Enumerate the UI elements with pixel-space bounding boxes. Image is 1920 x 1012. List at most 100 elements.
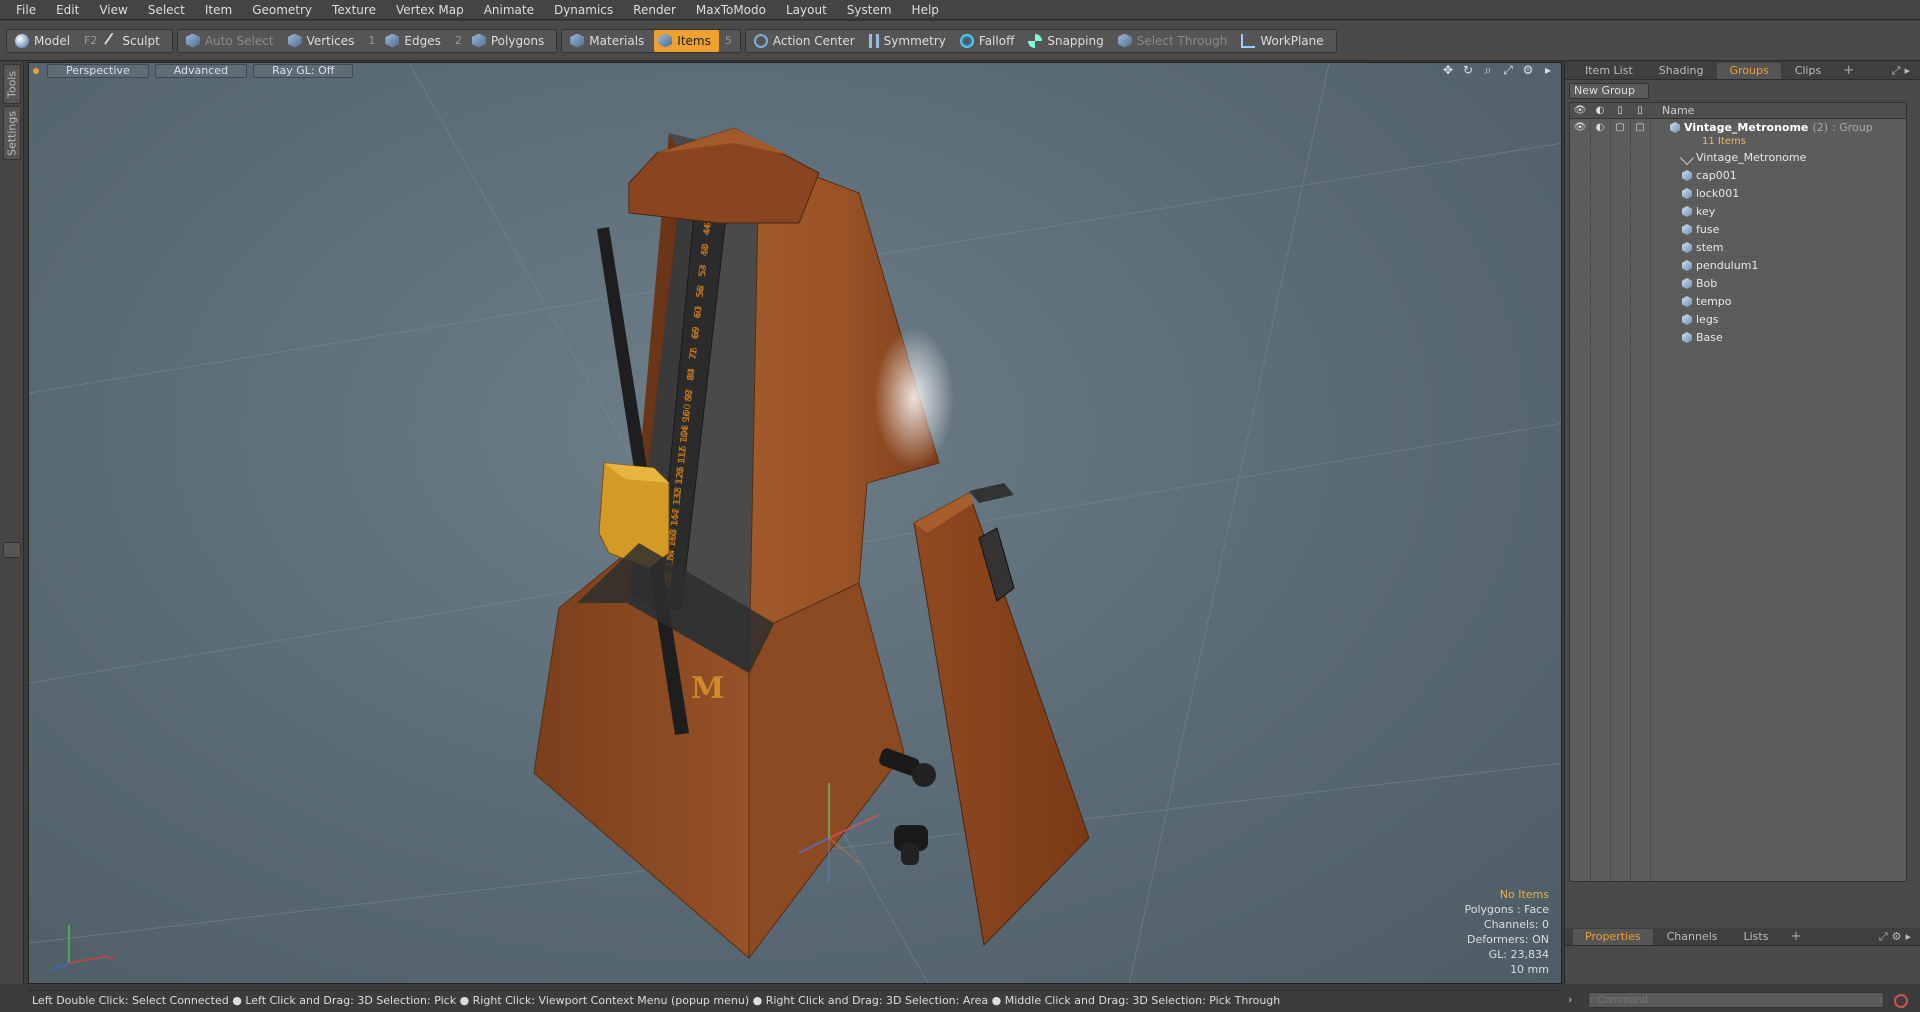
crosshair-icon [753, 33, 768, 48]
rotate-icon[interactable]: ↻ [1461, 63, 1475, 78]
lock-checkbox[interactable]: ▢ [1610, 122, 1630, 133]
panel-options-icon[interactable]: ⤢▸ [1892, 64, 1920, 78]
item-name: legs [1696, 313, 1719, 326]
menu-layout[interactable]: Layout [776, 0, 837, 20]
group-item-row[interactable]: tempo [1570, 293, 1906, 311]
tab-lists[interactable]: Lists [1732, 929, 1781, 945]
menu-geometry[interactable]: Geometry [242, 0, 322, 20]
tools-tab[interactable]: Tools [3, 64, 21, 104]
item-label: fuse [1682, 223, 1719, 236]
eye-icon[interactable]: 👁 [1570, 122, 1590, 133]
command-history-icon[interactable]: › [1568, 993, 1572, 1006]
select-column-icon[interactable]: ▯ [1630, 105, 1650, 116]
menu-texture[interactable]: Texture [322, 0, 386, 20]
locator-icon [1679, 150, 1695, 165]
visibility-column-icon[interactable]: 👁 [1570, 105, 1590, 116]
vertices-button[interactable]: Vertices [284, 30, 363, 52]
record-icon[interactable] [1894, 994, 1908, 1008]
menu-view[interactable]: View [89, 0, 137, 20]
menu-maxtomodo[interactable]: MaxToModo [686, 0, 776, 20]
left-tab-strip: Tools Settings [0, 62, 24, 984]
action-group: Action Center Symmetry Falloff Snapping … [744, 28, 1337, 53]
new-group-button[interactable]: New Group [1569, 83, 1649, 99]
menu-vertex-map[interactable]: Vertex Map [386, 0, 474, 20]
polygons-button[interactable]: Polygons [468, 30, 552, 52]
group-name: Vintage_Metronome [1684, 121, 1809, 134]
auto-select-icon [185, 33, 200, 48]
group-item-row[interactable]: Vintage_Metronome [1570, 149, 1906, 167]
zoom-icon[interactable]: ⌕ [1481, 63, 1495, 78]
select-through-button[interactable]: Select Through [1114, 30, 1236, 52]
group-item-row[interactable]: Base [1570, 329, 1906, 347]
tab-shading[interactable]: Shading [1647, 63, 1716, 79]
properties-options-icon[interactable]: ⤢⚙▸ [1879, 930, 1920, 944]
model-button[interactable]: Model [11, 30, 78, 52]
select-checkbox[interactable]: ▢ [1630, 122, 1650, 133]
raygl-toggle[interactable]: Ray GL: Off [253, 64, 354, 78]
mesh-icon [1682, 314, 1692, 325]
toolbar: Model F2 Sculpt Auto Select Vertices 1 E… [0, 21, 1920, 61]
chevron-right-icon[interactable]: ▸ [1541, 63, 1555, 78]
group-item-row[interactable]: lock001 [1570, 185, 1906, 203]
items-button[interactable]: Items [654, 29, 719, 52]
tab-groups[interactable]: Groups [1717, 62, 1781, 79]
group-item-row[interactable]: stem [1570, 239, 1906, 257]
item-label: pendulum1 [1682, 259, 1758, 272]
menu-help[interactable]: Help [902, 0, 949, 20]
dial-mark: 92 [684, 388, 695, 400]
tab-clips[interactable]: Clips [1783, 63, 1834, 79]
add-tab-icon[interactable]: + [1782, 929, 1809, 944]
add-tab-icon[interactable]: + [1835, 63, 1862, 78]
group-item-row[interactable]: cap001 [1570, 167, 1906, 185]
render-column-icon[interactable]: ◐ [1590, 105, 1610, 116]
group-item-row[interactable]: pendulum1 [1570, 257, 1906, 275]
collapse-handle[interactable] [3, 542, 21, 558]
specular-highlight [874, 328, 954, 468]
group-item-row[interactable]: key [1570, 203, 1906, 221]
menu-file[interactable]: File [6, 0, 46, 20]
settings-tab[interactable]: Settings [3, 106, 21, 160]
pan-icon[interactable]: ✥ [1441, 63, 1455, 78]
symmetry-button[interactable]: Symmetry [865, 30, 954, 52]
viewport-3d[interactable]: 4042444648505254565860636669727680848892… [28, 62, 1562, 984]
perspective-dropdown[interactable]: Perspective [47, 64, 149, 78]
panel-tabs: Item List Shading Groups Clips + ⤢▸ [1565, 62, 1920, 80]
menu-animate[interactable]: Animate [474, 0, 544, 20]
mesh-icon [1682, 170, 1692, 181]
maximize-icon[interactable]: ⤢ [1501, 63, 1515, 78]
command-input[interactable] [1588, 992, 1884, 1008]
lock-column-icon[interactable]: ▯ [1610, 105, 1630, 116]
materials-button[interactable]: Materials [566, 30, 652, 52]
tab-channels[interactable]: Channels [1655, 929, 1730, 945]
sculpt-button[interactable]: Sculpt [103, 30, 167, 52]
sculpt-label: Sculpt [122, 33, 160, 48]
name-column-header[interactable]: Name [1662, 104, 1694, 117]
materials-icon [570, 33, 585, 48]
auto-select-button[interactable]: Auto Select [182, 30, 282, 52]
action-center-button[interactable]: Action Center [750, 30, 863, 52]
style-dropdown[interactable]: Advanced [154, 64, 248, 78]
edges-label: Edges [404, 33, 441, 48]
menu-render[interactable]: Render [623, 0, 686, 20]
menu-system[interactable]: System [837, 0, 902, 20]
menu-select[interactable]: Select [138, 0, 195, 20]
base-right-face [748, 582, 905, 960]
render-icon[interactable]: ◐ [1590, 122, 1610, 133]
channels-info: Channels: 0 [1483, 918, 1549, 931]
tab-item-list[interactable]: Item List [1573, 63, 1645, 79]
group-row[interactable]: 👁 ◐ ▢ ▢ Vintage_Metronome (2) : Group 11… [1570, 119, 1906, 149]
edges-button[interactable]: Edges [381, 30, 448, 52]
app-window: File Edit View Select Item Geometry Text… [0, 0, 1920, 1012]
menu-item[interactable]: Item [195, 0, 242, 20]
menu-edit[interactable]: Edit [46, 0, 89, 20]
gear-icon[interactable]: ⚙ [1521, 63, 1535, 78]
selection-mode-group: Auto Select Vertices 1 Edges 2 Polygons [176, 28, 558, 53]
group-item-row[interactable]: legs [1570, 311, 1906, 329]
group-item-row[interactable]: fuse [1570, 221, 1906, 239]
workplane-button[interactable]: WorkPlane [1237, 30, 1331, 52]
group-item-row[interactable]: Bob [1570, 275, 1906, 293]
snapping-button[interactable]: Snapping [1024, 30, 1111, 52]
tab-properties[interactable]: Properties [1573, 928, 1653, 945]
falloff-button[interactable]: Falloff [956, 30, 1022, 52]
menu-dynamics[interactable]: Dynamics [544, 0, 623, 20]
